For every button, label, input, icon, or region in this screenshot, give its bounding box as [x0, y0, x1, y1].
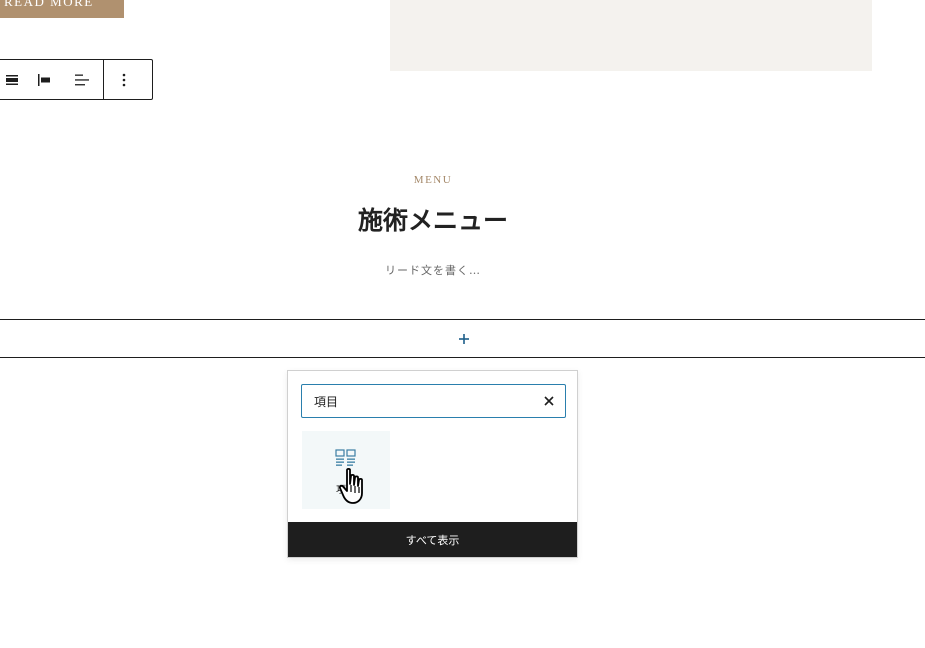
section-label[interactable]: MENU [0, 174, 866, 186]
block-search-input[interactable] [314, 392, 524, 410]
justify-left-icon [75, 74, 89, 85]
align-full-button[interactable] [0, 60, 25, 99]
align-full-icon [6, 74, 18, 85]
justify-left-button[interactable] [63, 60, 101, 99]
block-appender-button[interactable] [0, 319, 925, 358]
image-placeholder-block[interactable] [390, 0, 872, 71]
browse-all-label: すべて表示 [405, 533, 460, 547]
more-options-button[interactable] [104, 60, 144, 99]
block-toolbar [0, 59, 153, 100]
section-lead-text[interactable]: リード文を書く… [0, 262, 866, 278]
align-left-button[interactable] [25, 60, 63, 99]
media-text-grid-icon [335, 449, 356, 466]
read-more-label: READ MORE [4, 0, 94, 9]
read-more-button[interactable]: READ MORE [0, 0, 124, 18]
clear-search-button[interactable] [539, 391, 559, 411]
plus-icon [459, 333, 469, 344]
block-inserter-popover: 項目 すべて表示 [287, 370, 578, 558]
close-icon [544, 396, 554, 406]
browse-all-button[interactable]: すべて表示 [288, 522, 577, 557]
section-heading[interactable]: 施術メニュー [0, 201, 866, 237]
more-vertical-icon [122, 73, 126, 86]
block-result-label: 項目 [336, 485, 356, 496]
align-left-icon [38, 73, 50, 86]
block-result-item[interactable]: 項目 [302, 431, 390, 509]
block-search-field[interactable] [301, 384, 566, 418]
